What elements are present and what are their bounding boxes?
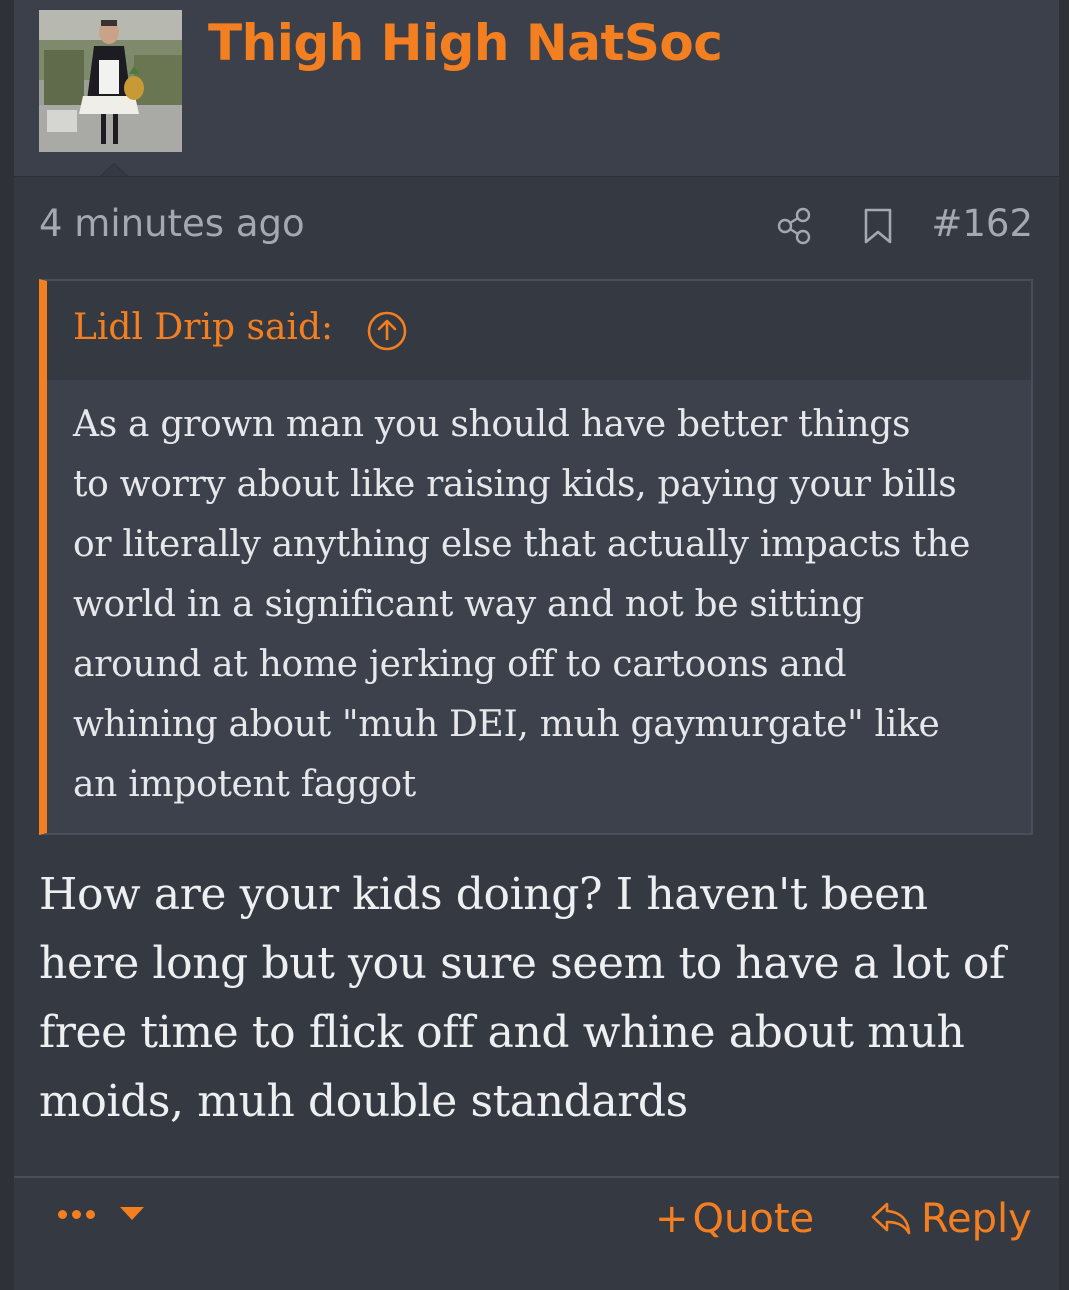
- ellipsis-icon: [58, 1206, 100, 1224]
- reply-button[interactable]: Reply: [869, 1196, 1032, 1248]
- quote-button[interactable]: + Quote: [655, 1196, 814, 1248]
- quote-line: whining about "muh DEI, muh gaymurgate" …: [73, 704, 940, 745]
- quote-author-link[interactable]: Lidl Drip said:: [73, 307, 333, 348]
- quote-header: Lidl Drip said:: [47, 281, 1031, 380]
- header-pointer: [100, 163, 128, 176]
- caret-down-icon: [120, 1207, 144, 1220]
- quote-line: or literally anything else that actually…: [73, 524, 971, 565]
- message-line: free time to flick off and whine about m…: [39, 1007, 965, 1058]
- post-footer-divider: [14, 1176, 1059, 1178]
- post-number-link[interactable]: #162: [931, 202, 1033, 245]
- quoted-message: Lidl Drip said: As a grown man you shoul…: [39, 279, 1033, 835]
- message-line: How are your kids doing? I haven't been: [39, 869, 928, 920]
- message-line: here long but you sure seem to have a lo…: [39, 938, 1005, 989]
- reply-button-label: Reply: [921, 1196, 1032, 1242]
- user-avatar[interactable]: [39, 10, 182, 152]
- arrow-up-circle-icon[interactable]: [366, 310, 408, 352]
- post-user-header: Thigh High NatSoc: [14, 0, 1059, 177]
- post-timestamp[interactable]: 4 minutes ago: [39, 202, 305, 245]
- quote-line: an impotent faggot: [73, 764, 416, 805]
- reply-icon: [871, 1202, 911, 1235]
- message-line: moids, muh double standards: [39, 1076, 688, 1127]
- bookmark-icon[interactable]: [863, 207, 893, 245]
- quote-content: As a grown man you should have better th…: [73, 395, 1023, 815]
- more-options-menu[interactable]: [58, 1198, 148, 1228]
- post-message-body: How are your kids doing? I haven't been …: [39, 860, 1039, 1136]
- forum-post: Thigh High NatSoc 4 minutes ago #162 Lid…: [14, 0, 1059, 1290]
- quote-button-label: Quote: [692, 1196, 815, 1242]
- quote-line: to worry about like raising kids, paying…: [73, 464, 957, 505]
- avatar-photo: [39, 10, 182, 152]
- plus-icon: +: [655, 1196, 689, 1242]
- share-icon[interactable]: [777, 207, 813, 245]
- quote-line: As a grown man you should have better th…: [73, 404, 911, 445]
- post-username[interactable]: Thigh High NatSoc: [208, 14, 723, 72]
- quote-line: around at home jerking off to cartoons a…: [73, 644, 847, 685]
- quote-line: world in a significant way and not be si…: [73, 584, 864, 625]
